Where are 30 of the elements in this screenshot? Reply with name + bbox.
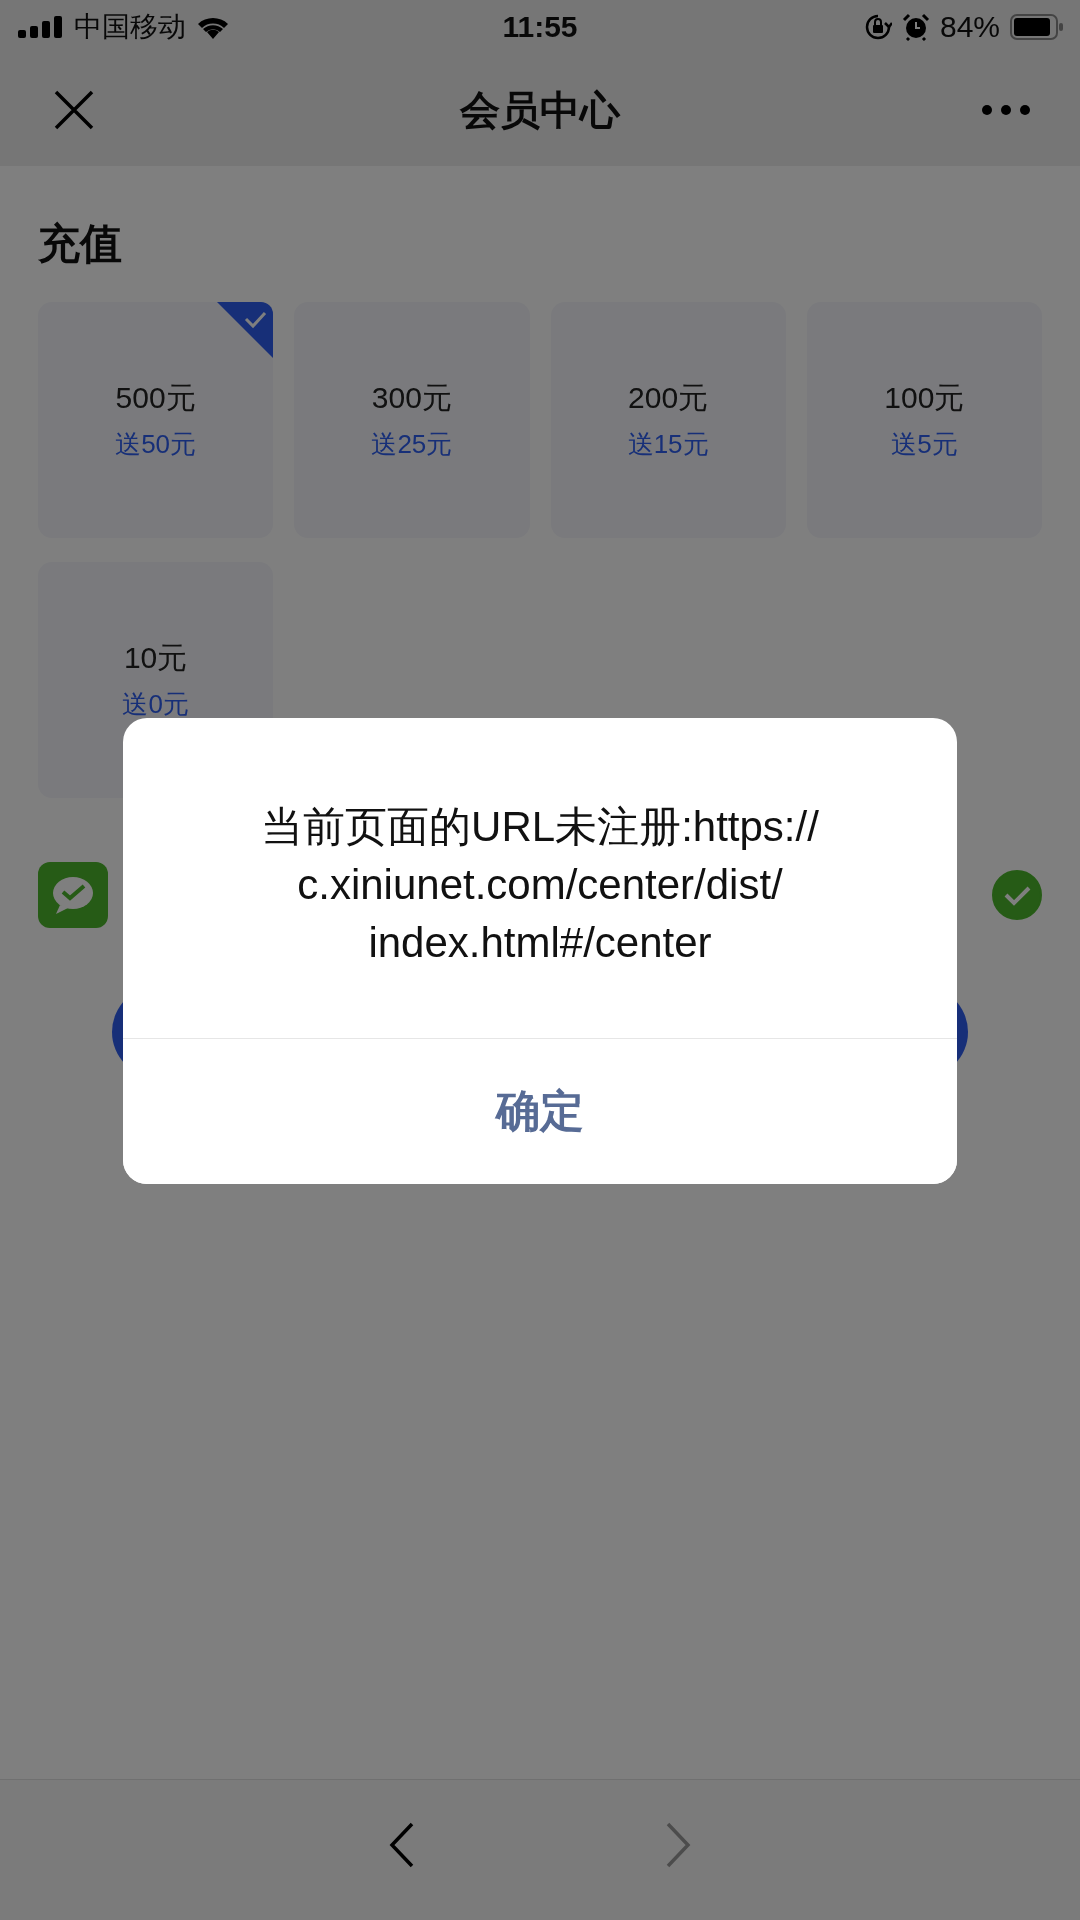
page-title: 会员中心 xyxy=(460,86,620,134)
confirm-button[interactable]: 确定 xyxy=(123,1038,957,1184)
amount-option[interactable]: 300元 送25元 xyxy=(294,302,530,538)
carrier-name: 中国移动 xyxy=(74,10,186,44)
wifi-icon xyxy=(196,15,230,39)
check-circle-icon[interactable] xyxy=(992,870,1042,920)
battery-percentage: 84% xyxy=(939,10,1000,44)
rotation-lock-icon xyxy=(863,13,892,41)
amount-text: 10元 xyxy=(123,640,188,676)
alert-message: 当前页面的URL未注册:https:// c.xiniunet.com/center/dist/ index.html#/center xyxy=(260,802,820,968)
amount-text: 300元 xyxy=(371,380,452,416)
amount-text: 100元 xyxy=(884,380,965,416)
close-icon[interactable] xyxy=(54,90,94,130)
amount-option[interactable]: 500元 送50元 xyxy=(38,302,274,538)
selected-check-icon xyxy=(217,302,274,358)
bonus-text: 送25元 xyxy=(371,428,453,461)
amount-text: 500元 xyxy=(115,380,196,416)
amount-text: 200元 xyxy=(628,380,709,416)
section-heading: 充值 xyxy=(38,219,123,269)
clock-time: 11:55 xyxy=(501,10,579,44)
signal-icon xyxy=(18,16,64,38)
bonus-text: 送15元 xyxy=(627,428,709,461)
more-icon[interactable] xyxy=(982,105,1030,115)
amount-option[interactable]: 200元 送15元 xyxy=(550,302,786,538)
bonus-text: 送50元 xyxy=(115,428,197,461)
alarm-icon xyxy=(901,13,930,41)
bonus-text: 送0元 xyxy=(122,688,189,721)
battery-icon xyxy=(1010,14,1064,40)
bonus-text: 送5元 xyxy=(891,428,958,461)
amount-option[interactable]: 100元 送5元 xyxy=(806,302,1042,538)
